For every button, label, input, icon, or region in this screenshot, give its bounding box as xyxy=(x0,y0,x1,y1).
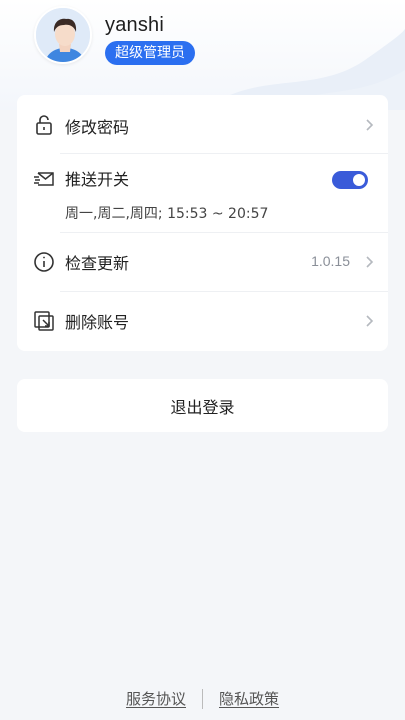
role-badge: 超级管理员 xyxy=(105,41,195,65)
chevron-right-icon xyxy=(364,313,374,327)
menu-item-change-password[interactable]: 修改密码 xyxy=(17,95,388,153)
menu-item-check-update[interactable]: 检查更新 1.0.15 xyxy=(17,233,388,291)
footer-divider xyxy=(202,688,203,709)
logout-label: 退出登录 xyxy=(170,397,235,417)
delete-account-icon xyxy=(33,310,55,332)
menu-label-change-password: 修改密码 xyxy=(65,118,130,137)
toggle-knob xyxy=(353,174,365,186)
push-schedule: 周一,周二,周四; 15:53 ~ 20:57 xyxy=(65,206,269,222)
avatar[interactable] xyxy=(34,6,92,64)
menu-label-delete-account: 删除账号 xyxy=(65,313,130,332)
privacy-policy-link[interactable]: 隐私政策 xyxy=(219,688,279,709)
info-icon xyxy=(33,251,55,273)
menu-label-check-update: 检查更新 xyxy=(65,254,130,273)
menu-label-push: 推送开关 xyxy=(65,170,130,189)
chevron-right-icon xyxy=(364,254,374,268)
version-value: 1.0.15 xyxy=(311,253,350,269)
username: yanshi xyxy=(105,14,165,36)
profile-section: yanshi 超级管理员 xyxy=(34,6,195,65)
footer-links: 服务协议 隐私政策 xyxy=(0,688,405,709)
logout-button[interactable]: 退出登录 xyxy=(17,379,388,432)
service-agreement-link[interactable]: 服务协议 xyxy=(126,688,186,709)
unlock-icon xyxy=(33,114,55,136)
chevron-right-icon xyxy=(364,117,374,131)
menu-item-delete-account[interactable]: 删除账号 xyxy=(17,292,388,351)
settings-menu-card: 修改密码 推送开关 周一,周二,周四; 15:53 ~ 20:57 检查更新 1… xyxy=(17,95,388,351)
mail-icon xyxy=(33,168,55,190)
push-toggle[interactable] xyxy=(332,171,368,189)
